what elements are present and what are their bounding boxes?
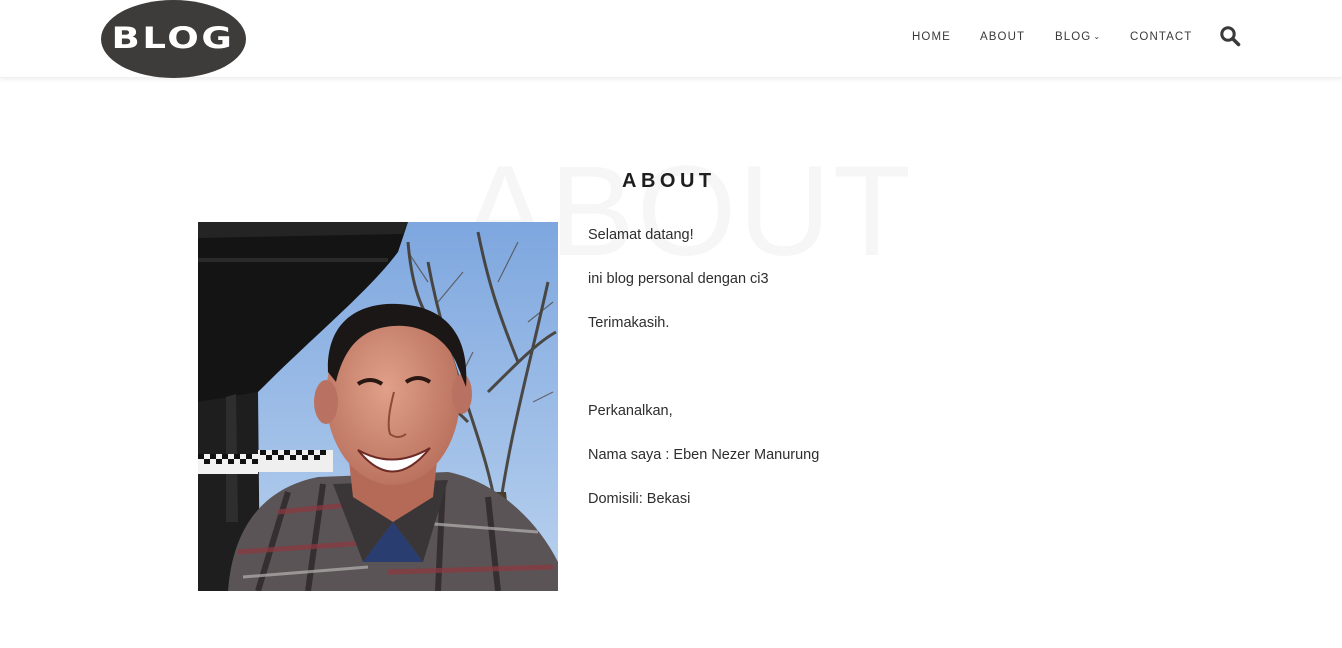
greeting-text: Selamat datang! bbox=[588, 227, 694, 243]
introduction-heading: Perkanalkan, bbox=[588, 403, 673, 419]
spacer-paragraph bbox=[588, 358, 1088, 402]
nav-about-link[interactable]: ABOUT bbox=[980, 31, 1025, 43]
chevron-down-icon: ⌄ bbox=[1093, 32, 1102, 41]
profile-photo bbox=[198, 222, 558, 591]
site-header: BLOG HOME ABOUT BLOG ⌄ CONTACT bbox=[0, 0, 1342, 78]
main-nav: HOME ABOUT BLOG ⌄ CONTACT bbox=[0, 0, 1342, 78]
name-text: Nama saya : Eben Nezer Manurung bbox=[588, 447, 820, 463]
about-content: Selamat datang! ini blog personal dengan… bbox=[588, 226, 1088, 534]
nav-contact-link[interactable]: CONTACT bbox=[1130, 31, 1192, 43]
search-icon bbox=[1220, 26, 1241, 47]
page-title: ABOUT bbox=[622, 170, 716, 192]
search-button[interactable] bbox=[1219, 25, 1241, 47]
thanks-text: Terimakasih. bbox=[588, 315, 670, 331]
intro-text: ini blog personal dengan ci3 bbox=[588, 271, 769, 287]
nav-blog-label: BLOG bbox=[1055, 31, 1092, 43]
nav-blog-dropdown[interactable]: BLOG ⌄ bbox=[1055, 31, 1101, 43]
domicile-text: Domisili: Bekasi bbox=[588, 491, 691, 507]
nav-home-link[interactable]: HOME bbox=[912, 31, 951, 43]
